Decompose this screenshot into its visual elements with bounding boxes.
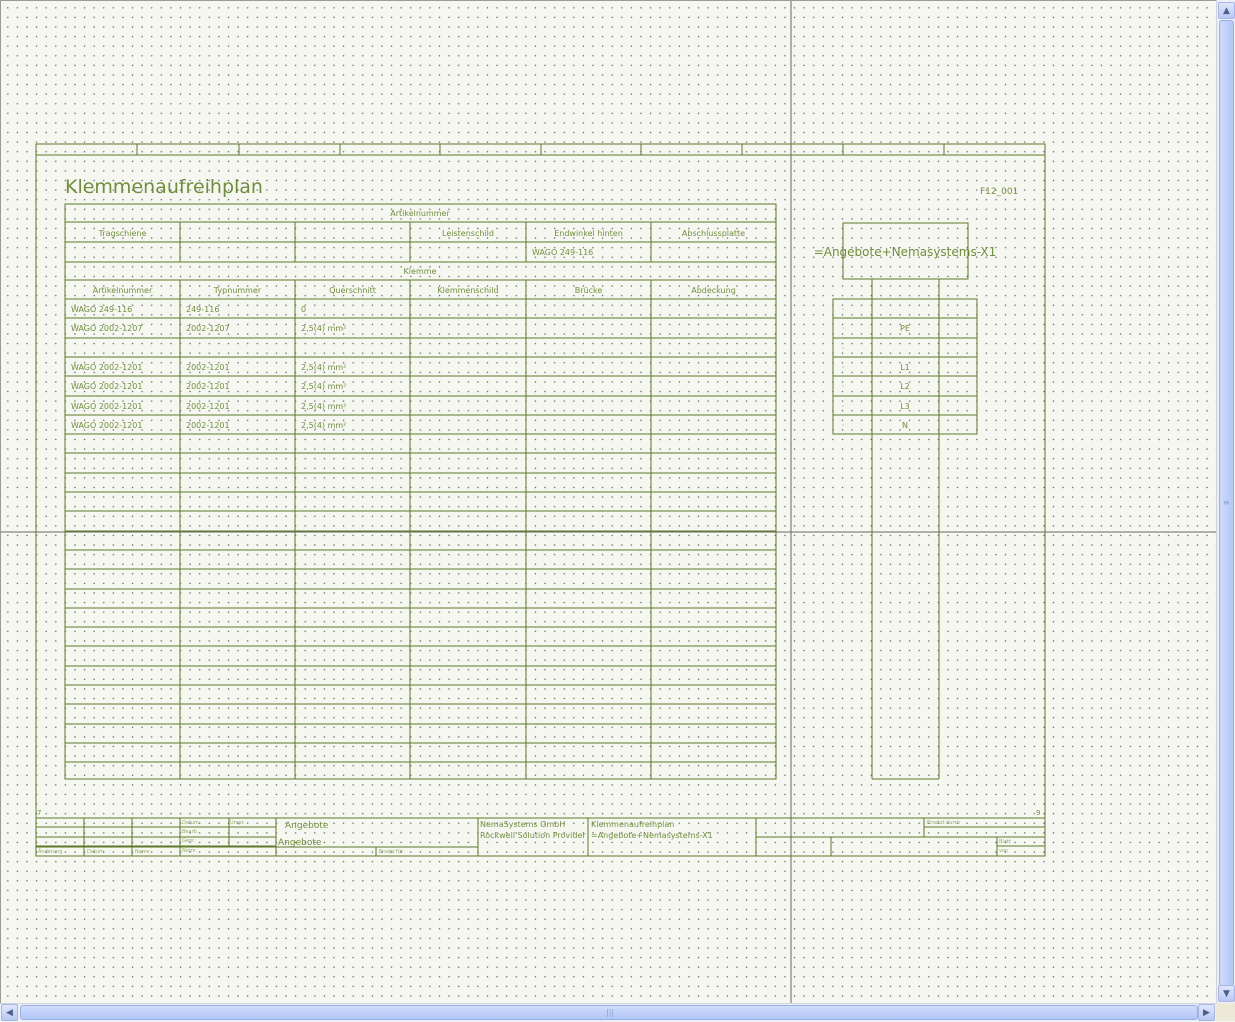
- cell-6-0: WAGO 2002-1201: [71, 421, 142, 430]
- horizontal-scroll-thumb[interactable]: |||: [20, 1005, 1198, 1020]
- cell-3-0: WAGO 2002-1201: [71, 363, 142, 372]
- terminal-dot-5: ·: [842, 402, 845, 411]
- tb-small-label-3: Norm: [182, 848, 196, 854]
- cell-6-1: 2002-1201: [186, 421, 230, 430]
- header-top-value-4: WAGO 249-116: [532, 248, 593, 257]
- cell-6-2: 2,5(4) mm²: [301, 421, 346, 430]
- cell-1-0: WAGO 2002-1207: [71, 324, 142, 333]
- terminal-label-3: L1: [900, 363, 910, 372]
- tb-small-label-9: Ersetzt durch: [927, 820, 960, 826]
- drawing-title: Klemmenaufreihplan: [65, 176, 263, 198]
- tb-project-1: Angebote: [285, 821, 329, 831]
- tb-project-2: Angebote: [278, 838, 322, 848]
- cell-4-1: 2002-1201: [186, 382, 230, 391]
- scroll-right-button[interactable]: ▶: [1198, 1004, 1215, 1021]
- section-terminal: Klemme: [404, 267, 437, 276]
- column-header-4: Brücke: [575, 286, 603, 295]
- arrow-left-icon: ◀: [6, 1008, 13, 1018]
- section-articles: Artikelnummer: [390, 209, 450, 218]
- cell-4-0: WAGO 2002-1201: [71, 382, 142, 391]
- tb-small-label-5: Datum: [87, 849, 104, 855]
- column-header-5: Abdeckung: [691, 286, 736, 295]
- tb-small-label-4: Änderung: [38, 848, 62, 855]
- tb-small-label-10: Blatt: [999, 839, 1011, 845]
- scrollbar-corner: [1216, 1003, 1235, 1021]
- terminal-label-1: PE: [900, 324, 910, 333]
- tb-small-label-0: Datum: [182, 820, 199, 826]
- tb-small-label-11: von: [999, 848, 1008, 854]
- scroll-up-button[interactable]: ▲: [1218, 2, 1235, 19]
- corner-left: 7: [37, 809, 41, 817]
- scroll-left-button[interactable]: ◀: [1, 1004, 18, 1021]
- cell-0-2: 0: [301, 305, 306, 314]
- cell-5-0: WAGO 2002-1201: [71, 402, 142, 411]
- arrow-down-icon: ▼: [1223, 989, 1230, 999]
- column-ruler: [136, 144, 945, 155]
- terminal-strip: · · PE · · L1 · L2 · L3 · N: [832, 279, 978, 780]
- terminal-dot-0: ·: [842, 305, 845, 314]
- tb-small-label-6: Name: [135, 849, 150, 855]
- tb-small-label-8: Ersatz für: [379, 849, 404, 855]
- terminal-label-4: L2: [900, 382, 910, 391]
- terminal-dot-3: ·: [842, 363, 845, 372]
- cell-5-1: 2002-1201: [186, 402, 230, 411]
- tb-small-label-2: Gepr.: [182, 838, 196, 844]
- strip-label: =Angebote+Nemasystems-X1: [814, 245, 997, 259]
- terminal-dot-4: ·: [842, 382, 845, 391]
- column-header-1: Typnummer: [213, 286, 262, 295]
- cell-1-2: 2,5(4) mm²: [301, 324, 346, 333]
- header-top-0: Tragschiene: [98, 229, 147, 238]
- corner-right: 9: [1036, 809, 1040, 817]
- cell-3-2: 2,5(4) mm²: [301, 363, 346, 372]
- header-top-5: Abschlussplatte: [682, 229, 745, 238]
- vertical-scrollbar[interactable]: ▲ ≡ ▼: [1216, 0, 1235, 1003]
- horizontal-scrollbar[interactable]: ◀ ||| ▶: [0, 1003, 1216, 1022]
- tb-plan-title: Klemmenaufreihplan: [591, 820, 674, 829]
- terminal-dot-2: ·: [842, 344, 845, 353]
- header-top-3: Leistenschild: [442, 229, 494, 238]
- vertical-scroll-thumb[interactable]: ≡: [1219, 20, 1234, 986]
- column-header-2: Querschnitt: [329, 286, 376, 295]
- cell-0-0: WAGO 249-116: [71, 305, 132, 314]
- tb-company-1: NemaSystems GmbH: [480, 820, 565, 829]
- tb-plan-ref: =Angebote+Nemasystems-X1: [591, 831, 713, 840]
- cell-5-2: 2,5(4) mm²: [301, 402, 346, 411]
- terminal-dot-1: ·: [842, 324, 845, 333]
- arrow-up-icon: ▲: [1223, 6, 1230, 16]
- header-top-4: Endwinkel hinten: [554, 229, 623, 238]
- cell-4-2: 2,5(4) mm²: [301, 382, 346, 391]
- grip-icon: |||: [606, 1008, 615, 1017]
- column-header-0: Artikelnummer: [93, 286, 153, 295]
- terminal-table: [64, 203, 777, 780]
- terminal-label-5: L3: [900, 402, 910, 411]
- tb-small-label-7: Urspr.: [230, 820, 245, 826]
- drawing-canvas[interactable]: Klemmenaufreihplan F12_001 Artikelnummer…: [0, 0, 1217, 1004]
- cell-0-1: 249-116: [186, 305, 219, 314]
- terminal-dot-6: ·: [842, 421, 845, 430]
- scroll-down-button[interactable]: ▼: [1218, 985, 1235, 1002]
- schematic-sheet: Klemmenaufreihplan F12_001 Artikelnummer…: [1, 1, 1217, 1004]
- cell-1-1: 2002-1207: [186, 324, 230, 333]
- column-header-3: Klemmenschild: [437, 286, 498, 295]
- tb-company-2: Rockwell Solution Provider: [480, 831, 586, 840]
- terminal-label-6: N: [902, 421, 908, 430]
- tb-small-label-1: Bearb.: [182, 829, 199, 835]
- sheet-ref: F12_001: [980, 187, 1018, 197]
- arrow-right-icon: ▶: [1203, 1008, 1210, 1018]
- grip-icon: ≡: [1223, 498, 1230, 507]
- cell-3-1: 2002-1201: [186, 363, 230, 372]
- terminal-table-text: Tragschiene Leistenschild Endwinkel hinten…: [71, 229, 745, 430]
